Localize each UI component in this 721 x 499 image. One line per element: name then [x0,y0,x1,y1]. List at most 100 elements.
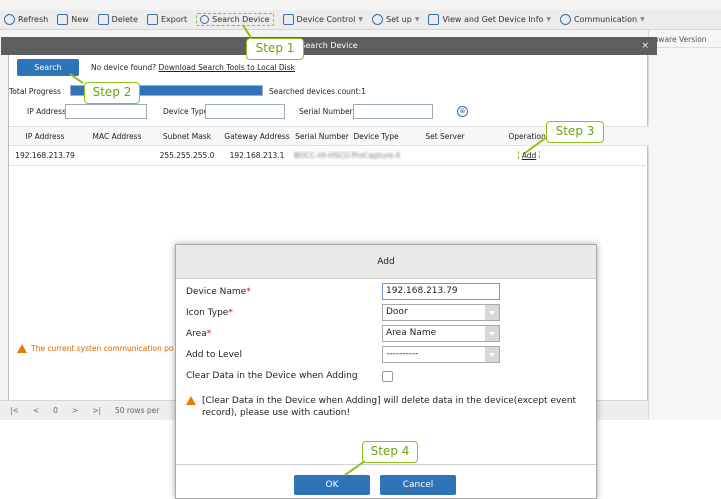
warning-icon [17,344,27,353]
area-value: Area Name [386,328,437,338]
table-row[interactable]: 192.168.213.79 255.255.255.0 192.168.213… [9,146,649,166]
new-icon [57,14,69,25]
cell-serial: BOCC-HI-HSCO [293,151,351,160]
icon-type-select[interactable]: Door [382,304,500,321]
export-label: Export [160,15,188,24]
communication-warning-text: The current systen communication po [31,344,174,353]
clear-filter-icon[interactable]: ⊗ [457,106,468,117]
warning-icon [186,396,196,405]
device-type-value: ProCapture-X [351,151,401,160]
column-header: Serial Number [295,131,349,141]
device-name-label: Device Name [186,287,247,297]
search-dialog-titlebar: Search Device × [1,37,657,55]
gear-icon [372,14,383,25]
add-to-level-value: ---------- [386,349,419,359]
device-control-menu[interactable]: Device Control ▼ [282,14,363,25]
icon-type-value: Door [386,307,408,317]
no-device-found-text: No device found? Download Search Tools t… [91,63,295,72]
column-header: Subnet Mask [162,131,212,141]
export-icon [146,14,158,25]
device-type-filter-input[interactable] [205,104,285,119]
device-type-filter-label: Device Type [163,107,209,116]
serial-value: BOCC-HI-HSCO [293,151,351,160]
search-dialog-title: Search Device [300,41,358,50]
next-page-button[interactable]: > [72,406,78,415]
search-icon [200,15,210,24]
add-link[interactable]: Add [517,151,541,160]
add-dialog-titlebar: Add × [176,245,596,279]
page-number[interactable]: 0 [53,406,58,415]
cell-gateway: 192.168.213.1 [229,151,285,160]
new-label: New [71,15,89,24]
step-4-callout: Step 4 [362,441,418,463]
clear-data-label: Clear Data in the Device when Adding [186,371,358,381]
communication-icon [560,14,572,25]
cell-operations: Add [489,151,569,160]
ok-button[interactable]: OK [294,475,370,495]
delete-icon [97,14,109,25]
view-info-icon [428,14,440,25]
communication-menu[interactable]: Communication ▼ [560,14,645,25]
chevron-down-icon [485,305,499,320]
close-icon[interactable]: × [579,245,588,279]
step-2-callout: Step 2 [84,82,140,104]
searched-count-text: Searched devices count:1 [269,87,366,96]
column-header: Gateway Address [224,131,290,141]
setup-label: Set up [386,15,412,24]
clear-data-row: Clear Data in the Device when Adding [186,367,358,385]
chevron-down-icon: ▼ [414,16,420,23]
export-button[interactable]: Export [146,14,188,25]
clear-data-warning: [Clear Data in the Device when Adding] w… [186,395,590,419]
device-name-row: Device Name * [186,283,251,301]
chevron-down-icon: ▼ [358,16,363,23]
view-info-menu[interactable]: View and Get Device Info ▼ [428,14,551,25]
chevron-down-icon: ▼ [640,16,645,23]
device-control-icon [282,14,294,25]
view-info-label: View and Get Device Info [442,15,544,24]
icon-type-row: Icon Type * [186,304,233,322]
add-dialog-title: Add [377,257,395,267]
search-device-label: Search Device [212,15,270,24]
required-mark: * [228,308,233,318]
rows-per-page[interactable]: 50 rows per [115,406,159,415]
cell-ip: 192.168.213.79 [15,151,75,160]
new-button[interactable]: New [57,14,89,25]
column-header: IP Address [25,131,65,141]
chevron-down-icon [485,326,499,341]
area-row: Area * [186,325,211,343]
step-3-callout: Step 3 [546,121,604,143]
download-tools-link[interactable]: Download Search Tools to Local Disk [158,63,295,72]
refresh-icon [4,14,15,25]
main-toolbar: Refresh New Delete Export Search Device … [0,10,721,30]
no-found-label: No device found? [91,63,157,72]
first-page-button[interactable]: |< [10,406,19,415]
step-1-callout: Step 1 [246,38,304,60]
delete-label: Delete [111,15,138,24]
serial-filter-label: Serial Number [299,107,353,116]
add-to-level-select[interactable]: ---------- [382,346,500,363]
ip-filter-input[interactable] [65,104,147,119]
icon-type-label: Icon Type [186,308,229,318]
background-grid-column: mware Version [648,30,721,420]
clear-data-warning-text: [Clear Data in the Device when Adding] w… [202,396,577,418]
prev-page-button[interactable]: < [33,406,39,415]
setup-menu[interactable]: Set up ▼ [372,14,419,25]
add-to-level-row: Add to Level [186,346,242,364]
column-header: Device Type [353,131,399,141]
search-device-button[interactable]: Search Device [196,13,274,26]
last-page-button[interactable]: >| [92,406,101,415]
area-label: Area [186,329,207,339]
delete-button[interactable]: Delete [97,14,138,25]
cancel-button[interactable]: Cancel [380,475,456,495]
clear-data-checkbox[interactable] [382,371,393,382]
area-select[interactable]: Area Name [382,325,500,342]
add-to-level-label: Add to Level [186,350,242,360]
close-icon[interactable]: × [641,37,649,55]
refresh-label: Refresh [18,15,49,24]
communication-warning: The current systen communication po [17,344,173,353]
refresh-button[interactable]: Refresh [4,14,48,25]
required-mark: * [206,329,212,339]
device-name-input[interactable]: 192.168.213.79 [382,283,500,300]
device-control-label: Device Control [296,15,356,24]
serial-filter-input[interactable] [353,104,433,119]
